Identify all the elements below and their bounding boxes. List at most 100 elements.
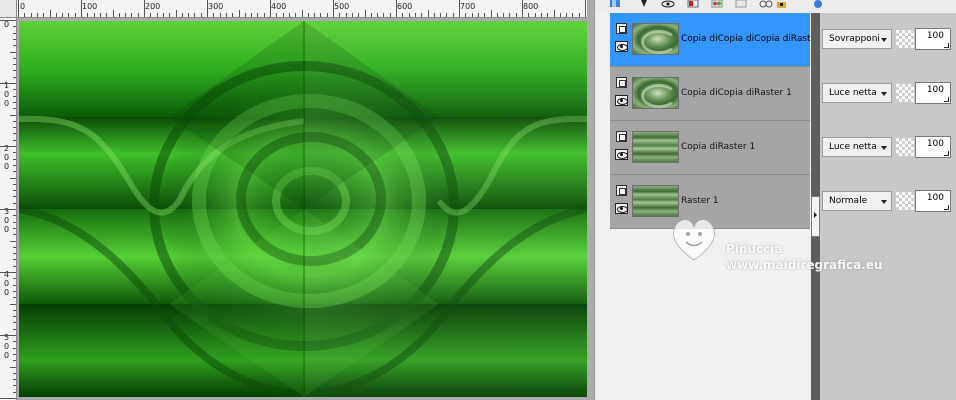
blend-mode-select[interactable]: Sovrapponi: [822, 29, 892, 49]
ruler-top-label: 600: [397, 2, 413, 11]
ruler-tick: [13, 171, 16, 173]
ruler-tick: [270, 0, 271, 17]
opacity-value: 100: [926, 139, 944, 149]
blend-mode-select[interactable]: Normale: [822, 191, 892, 211]
opacity-value: 100: [926, 193, 944, 203]
ruler-tick: [540, 13, 542, 17]
opacity-input[interactable]: 100: [915, 82, 951, 104]
ruler-left-label: 0: [4, 342, 10, 351]
ruler-tick: [200, 13, 202, 17]
ruler-tick: [194, 13, 196, 17]
ruler-tick: [0, 83, 16, 84]
layer-thumbnail: [632, 185, 679, 217]
ruler-tick: [112, 10, 114, 17]
ruler-tick: [30, 13, 32, 17]
mask-icon[interactable]: [687, 0, 701, 8]
blend-mode-select[interactable]: Luce netta: [822, 83, 892, 103]
layer-thumbnail: [632, 131, 679, 163]
visibility-eye-icon[interactable]: [615, 41, 628, 52]
ruler-tick: [81, 0, 82, 17]
opacity-input[interactable]: 100: [915, 28, 951, 50]
opacity-input[interactable]: 100: [915, 190, 951, 212]
ruler-tick: [326, 13, 328, 17]
visibility-eye-icon[interactable]: [615, 95, 628, 106]
ruler-tick: [13, 120, 16, 122]
ruler-top-label: 800: [523, 2, 539, 11]
ruler-left-label: 0: [4, 288, 10, 297]
ruler-tick: [459, 0, 460, 17]
layer-thumbnail: [632, 23, 679, 55]
image-canvas[interactable]: [19, 21, 587, 397]
ruler-tick: [13, 101, 16, 103]
opacity-input[interactable]: 100: [915, 136, 951, 158]
ruler-tick: [13, 89, 16, 91]
link-icon[interactable]: [759, 0, 773, 8]
watermark: Pinuccia www.maidiregrafica.eu: [670, 216, 900, 278]
ruler-tick: [0, 398, 16, 399]
ruler-tick: [0, 20, 16, 21]
lock-icon[interactable]: [775, 0, 789, 8]
visibility-eye-icon[interactable]: [615, 149, 628, 160]
ruler-tick: [13, 38, 16, 40]
ruler-left-label: 0: [4, 90, 10, 99]
ruler-tick: [13, 45, 16, 47]
ruler-tick: [238, 10, 240, 17]
ruler-tick: [13, 347, 16, 349]
ruler-tick: [36, 13, 38, 17]
visibility-eye-icon[interactable]: [615, 203, 628, 214]
arrow-down-icon[interactable]: [637, 0, 651, 8]
layer-row[interactable]: Copia diCopia diRaster 1: [610, 67, 810, 121]
ruler-tick: [465, 13, 467, 17]
group-layers-icon[interactable]: [735, 0, 749, 8]
visibility-eye-icon[interactable]: [661, 0, 675, 8]
ruler-tick: [414, 13, 416, 17]
ruler-tick: [13, 353, 16, 355]
layer-type-icon: [616, 185, 627, 196]
blend-mode-value: Normale: [829, 196, 868, 206]
layer-row[interactable]: Copia diCopia diCopia diRaster 1: [610, 13, 828, 67]
blend-mode-select[interactable]: Luce netta: [822, 137, 892, 157]
ruler-tick: [68, 13, 70, 17]
layers-palette: Copia diCopia diCopia diRaster 1 Copia d…: [594, 0, 956, 400]
ruler-tick: [396, 0, 397, 17]
ruler-tick: [13, 158, 16, 160]
ruler-tick: [13, 57, 16, 59]
ruler-tick: [389, 13, 391, 17]
ruler-tick: [282, 13, 284, 17]
ruler-left-label: 0: [4, 99, 10, 108]
new-layer-icon[interactable]: [609, 0, 623, 8]
ruler-tick: [534, 13, 536, 17]
ruler-tick: [515, 13, 517, 17]
ruler-tick: [13, 278, 16, 280]
ruler-tick: [169, 13, 171, 17]
ruler-tick: [244, 13, 246, 17]
opacity-checker-icon: [896, 138, 914, 156]
ruler-tick: [207, 0, 208, 17]
ruler-tick: [150, 13, 152, 17]
ruler-tick: [13, 309, 16, 311]
ruler-tick: [408, 13, 410, 17]
ruler-horizontal: 0 100 200 300 400 500 600 700 800: [17, 0, 587, 18]
ruler-tick: [307, 13, 309, 17]
blend-mode-value: Luce netta: [829, 88, 877, 98]
ruler-tick: [13, 76, 16, 78]
ruler-tick: [188, 13, 190, 17]
ruler-tick: [219, 13, 221, 17]
ruler-tick: [13, 108, 16, 110]
heart-logo-icon: [672, 219, 716, 261]
ruler-tick: [24, 13, 26, 17]
adjust-layer-icon[interactable]: [711, 0, 725, 8]
ruler-tick: [13, 95, 16, 97]
ruler-tick: [144, 0, 145, 17]
ruler-tick: [402, 13, 404, 17]
delete-layer-icon[interactable]: [811, 0, 825, 8]
ruler-tick: [427, 10, 429, 17]
ruler-tick: [162, 13, 164, 17]
ruler-tick: [74, 13, 76, 17]
ruler-tick: [99, 13, 101, 17]
opacity-value: 100: [926, 31, 944, 41]
canvas-area: 0 100 200 300 400 500 600 700 800 0 1 0 …: [0, 0, 594, 400]
ruler-tick: [370, 13, 372, 17]
palette-toolbar: [595, 0, 956, 12]
layer-row[interactable]: Copia diRaster 1: [610, 121, 810, 175]
